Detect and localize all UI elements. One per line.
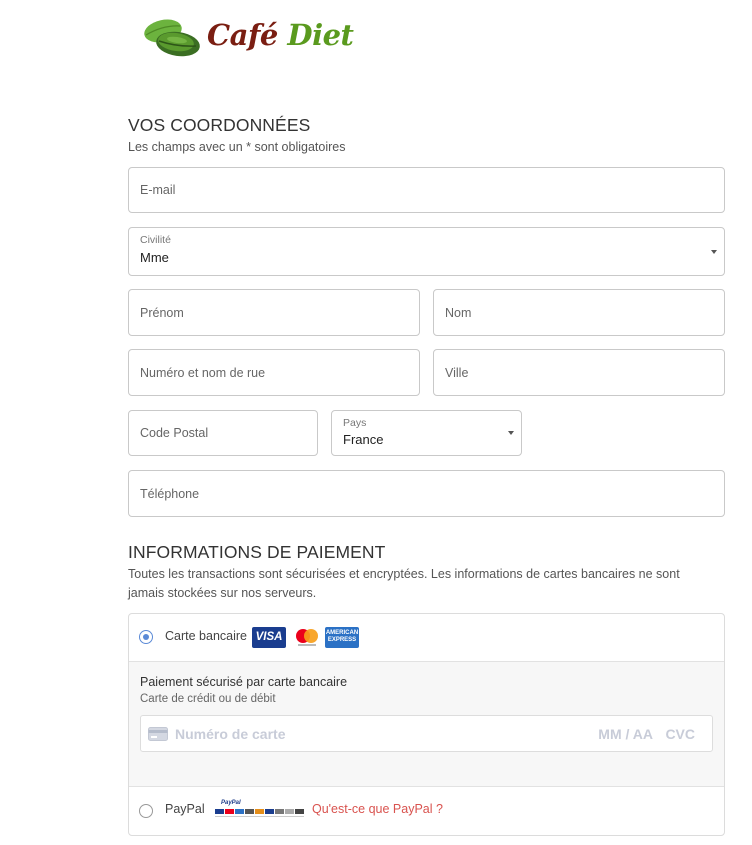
payment-option-paypal[interactable]: PayPal PayPal Qu'est-ce que PayPal ? [129, 786, 724, 835]
card-panel-subtitle: Carte de crédit ou de débit [140, 693, 276, 705]
city-placeholder: Ville [445, 365, 469, 380]
paypal-option-label: PayPal [165, 802, 205, 816]
email-placeholder: E-mail [140, 183, 176, 197]
card-number-placeholder: Numéro de carte [175, 725, 286, 742]
logo-word-cafe: Café [207, 18, 278, 52]
postal-code-placeholder: Code Postal [140, 426, 209, 440]
card-option-label: Carte bancaire [165, 629, 247, 643]
amex-line2: EXPRESS [327, 637, 357, 643]
what-is-paypal-link[interactable]: Qu'est-ce que PayPal ? [312, 802, 443, 816]
chevron-down-icon [711, 249, 717, 254]
card-radio[interactable] [139, 630, 153, 644]
coffee-leaf-logo-icon [144, 19, 200, 57]
payment-security-note-line2: jamais stockées sur nos serveurs. [128, 586, 317, 600]
mastercard-icon [290, 627, 324, 648]
phone-placeholder: Téléphone [140, 486, 200, 501]
logo-wordmark: Café Diet [207, 18, 354, 52]
credit-card-icon [148, 727, 168, 741]
amex-icon: AMERICAN EXPRESS [325, 627, 359, 648]
payment-option-card[interactable]: Carte bancaire VISA AMERICAN EXPRESS [129, 614, 724, 661]
required-fields-note: Les champs avec un * sont obligatoires [128, 140, 346, 154]
prenom-placeholder: Prénom [140, 305, 184, 320]
visa-text: VISA [255, 631, 283, 643]
paypal-radio[interactable] [139, 804, 153, 818]
email-field[interactable]: E-mail [128, 167, 725, 213]
payment-methods-box: Carte bancaire VISA AMERICAN EXPRESS Pai… [128, 613, 725, 836]
card-panel-title: Paiement sécurisé par carte bancaire [140, 675, 348, 689]
cafe-diet-logo[interactable]: Café Diet [143, 14, 354, 64]
section-title-coordonnees: VOS COORDONNÉES [128, 115, 311, 135]
street-field[interactable]: Numéro et nom de rue [128, 349, 420, 396]
paypal-badge-icon: PayPal [215, 799, 305, 821]
nom-placeholder: Nom [445, 305, 472, 320]
prenom-field[interactable]: Prénom [128, 289, 420, 336]
amex-line1: AMERICAN [325, 630, 359, 636]
phone-field[interactable]: Téléphone [128, 470, 725, 517]
expiry-placeholder[interactable]: MM / AA [598, 726, 653, 742]
card-details-panel: Paiement sécurisé par carte bancaire Car… [129, 661, 724, 787]
country-value: France [343, 432, 384, 447]
chevron-down-icon [508, 431, 514, 435]
nom-field[interactable]: Nom [433, 289, 725, 336]
street-placeholder: Numéro et nom de rue [140, 365, 266, 380]
payment-security-note-line1: Toutes les transactions sont sécurisées … [128, 567, 680, 581]
section-title-paiement: INFORMATIONS DE PAIEMENT [128, 542, 386, 562]
country-label: Pays [343, 417, 367, 429]
card-number-input[interactable]: Numéro de carte MM / AA CVC [140, 715, 713, 752]
civilite-value: Mme [140, 250, 169, 265]
country-select[interactable]: Pays France [331, 410, 522, 456]
civilite-select[interactable]: Civilité Mme [128, 227, 725, 276]
postal-code-field[interactable]: Code Postal [128, 410, 318, 456]
cvc-placeholder[interactable]: CVC [665, 726, 695, 742]
civilite-label: Civilité [140, 234, 171, 246]
city-field[interactable]: Ville [433, 349, 725, 396]
visa-icon: VISA [252, 627, 286, 648]
logo-word-diet: Diet [287, 18, 354, 52]
